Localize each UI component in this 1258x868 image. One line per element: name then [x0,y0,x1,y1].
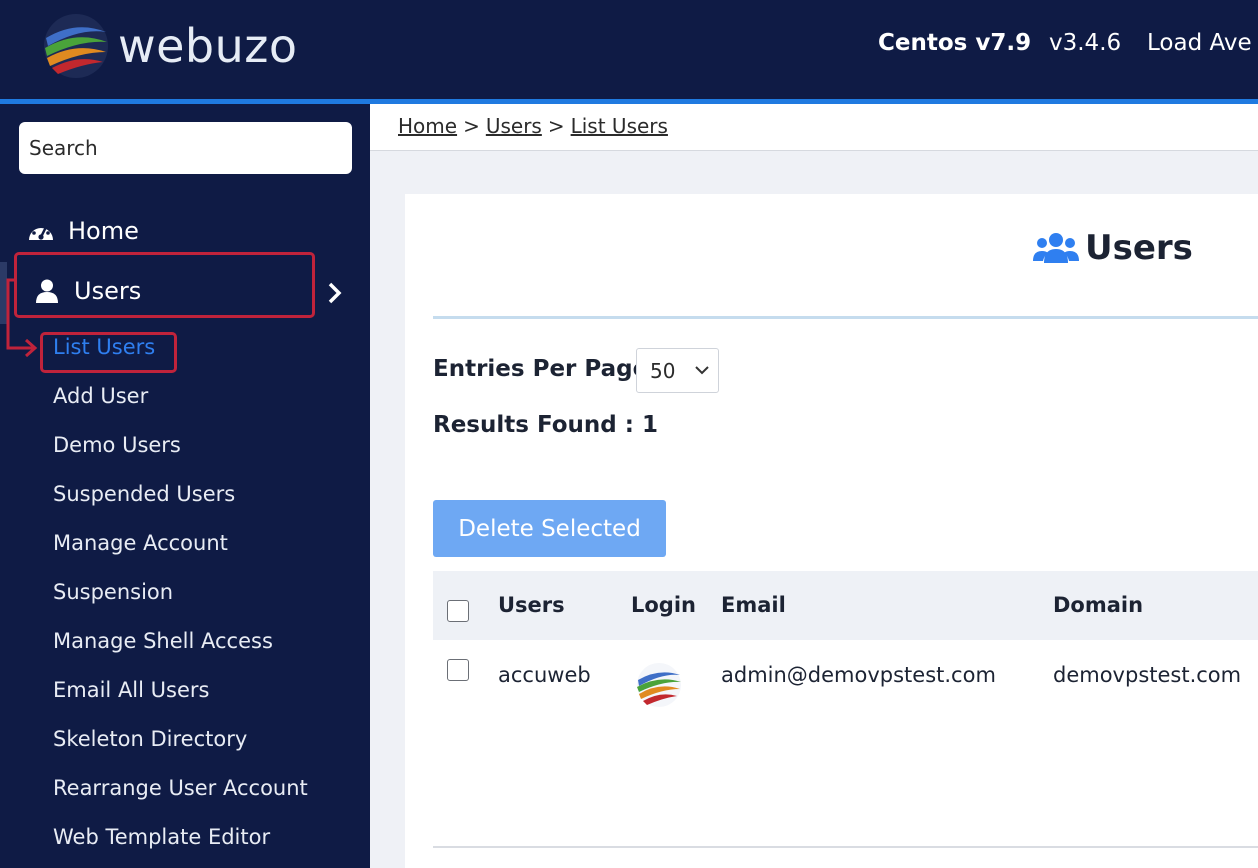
sidebar-item-manage-shell-access[interactable]: Manage Shell Access [53,629,273,653]
table-bottom-divider [433,846,1258,848]
results-found: Results Found : 1 [433,412,658,438]
sidebar-item-demo-users[interactable]: Demo Users [53,433,181,457]
sidebar-item-rearrange-user-account[interactable]: Rearrange User Account [53,776,308,800]
top-header: webuzo Centos v7.9 v3.4.6 Load Ave [0,0,1258,99]
row-checkbox[interactable] [447,659,469,681]
globe-logo-icon [44,14,108,78]
sidebar-item-add-user[interactable]: Add User [53,384,148,408]
dashboard-gauge-icon [26,216,56,246]
page-title-text: Users [1085,228,1193,268]
page-title: Users [1033,228,1193,268]
sidebar-item-list-users[interactable]: List Users [53,335,155,359]
column-header-domain[interactable]: Domain [1053,593,1143,617]
os-version: Centos v7.9 [878,30,1032,56]
breadcrumb-list-users[interactable]: List Users [571,114,668,138]
sidebar: Home Users List Users Add User Demo User… [0,104,370,868]
sidebar-item-web-template-editor[interactable]: Web Template Editor [53,825,270,849]
sidebar-item-suspension[interactable]: Suspension [53,580,173,604]
search-input[interactable] [19,122,352,174]
brand-name: webuzo [118,19,298,73]
app-version: v3.4.6 [1049,30,1122,56]
breadcrumb-separator: > [463,114,480,138]
row-domain[interactable]: demovpstest.com [1053,663,1241,687]
arrow-connector-icon [6,278,38,358]
load-average-label: Load Ave [1147,30,1252,56]
sidebar-item-home-label: Home [68,217,139,245]
breadcrumb: Home > Users > List Users [370,104,1258,151]
row-email: admin@demovpstest.com [721,663,996,687]
entries-per-page-value: 50 [650,358,676,383]
row-user[interactable]: accuweb [498,663,591,687]
entries-per-page-label: Entries Per Page [433,356,649,382]
login-webuzo-icon[interactable] [634,660,684,710]
table-header: Users Login Email Domain [433,571,1258,640]
chevron-right-icon[interactable] [324,280,346,306]
sidebar-item-skeleton-directory[interactable]: Skeleton Directory [53,727,247,751]
sidebar-item-users-label: Users [74,277,142,305]
main-content: Home > Users > List Users Users Entries Per … [370,104,1258,868]
sidebar-item-suspended-users[interactable]: Suspended Users [53,482,235,506]
users-card: Users Entries Per Page 50 Results Found … [405,194,1258,868]
sidebar-item-home[interactable]: Home [26,216,139,246]
column-header-email[interactable]: Email [721,593,786,617]
select-all-checkbox[interactable] [447,600,469,622]
sidebar-item-users[interactable]: Users [32,276,141,306]
entries-per-page-select[interactable]: 50 [636,348,719,393]
chevron-down-icon [695,366,709,375]
column-header-login: Login [631,593,696,617]
column-header-users[interactable]: Users [498,593,565,617]
breadcrumb-home[interactable]: Home [398,114,457,138]
delete-selected-button[interactable]: Delete Selected [433,500,666,557]
breadcrumb-users[interactable]: Users [486,114,542,138]
title-divider [433,316,1258,319]
webuzo-logo[interactable]: webuzo [40,10,298,82]
sidebar-item-manage-account[interactable]: Manage Account [53,531,228,555]
users-group-icon [1033,233,1079,263]
breadcrumb-separator: > [547,114,565,138]
sidebar-item-email-all-users[interactable]: Email All Users [53,678,209,702]
